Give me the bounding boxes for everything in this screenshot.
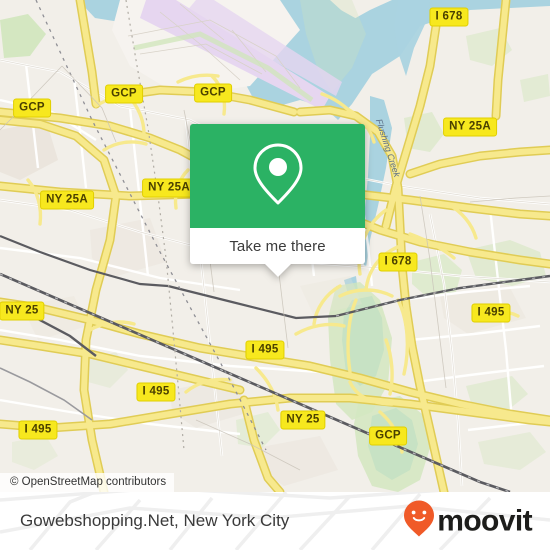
- road-shield: I 678: [378, 252, 418, 272]
- road-shield: NY 25A: [40, 190, 94, 210]
- moovit-logo[interactable]: moovit: [404, 500, 533, 542]
- popup-action-area[interactable]: Take me there: [190, 228, 365, 277]
- location-title: Gowebshopping.Net, New York City: [20, 511, 290, 530]
- road-shield: NY 25A: [142, 178, 196, 198]
- road-shield: NY 25A: [443, 117, 497, 137]
- road-shield: I 495: [136, 382, 176, 402]
- location-popup-card[interactable]: Take me there: [190, 124, 365, 277]
- map-attribution: © OpenStreetMap contributors: [0, 473, 175, 492]
- road-shield: I 495: [471, 303, 511, 323]
- map-screenshot: GCP GCP GCP I 678 NY 25A NY 25A NY 25A I 678 NY …: [0, 0, 550, 550]
- map-pin-icon: [250, 141, 306, 212]
- page-footer: Gowebshopping.Net, New York City moovit: [0, 492, 550, 550]
- road-shield: I 678: [429, 7, 469, 27]
- moovit-smiley-pin-icon: [404, 500, 435, 542]
- moovit-wordmark: moovit: [437, 504, 532, 537]
- road-shield: NY 25: [0, 301, 45, 321]
- popup-pointer-tail: [264, 264, 291, 277]
- road-shield: GCP: [369, 426, 407, 446]
- road-shield: I 495: [245, 340, 285, 360]
- road-shield: GCP: [194, 83, 232, 103]
- road-shield: I 495: [18, 420, 58, 440]
- road-shield: NY 25: [280, 410, 326, 430]
- popup-icon-area: [190, 124, 365, 228]
- road-shield: GCP: [105, 84, 143, 104]
- road-shield: GCP: [13, 98, 51, 118]
- take-me-there-label: Take me there: [229, 237, 326, 255]
